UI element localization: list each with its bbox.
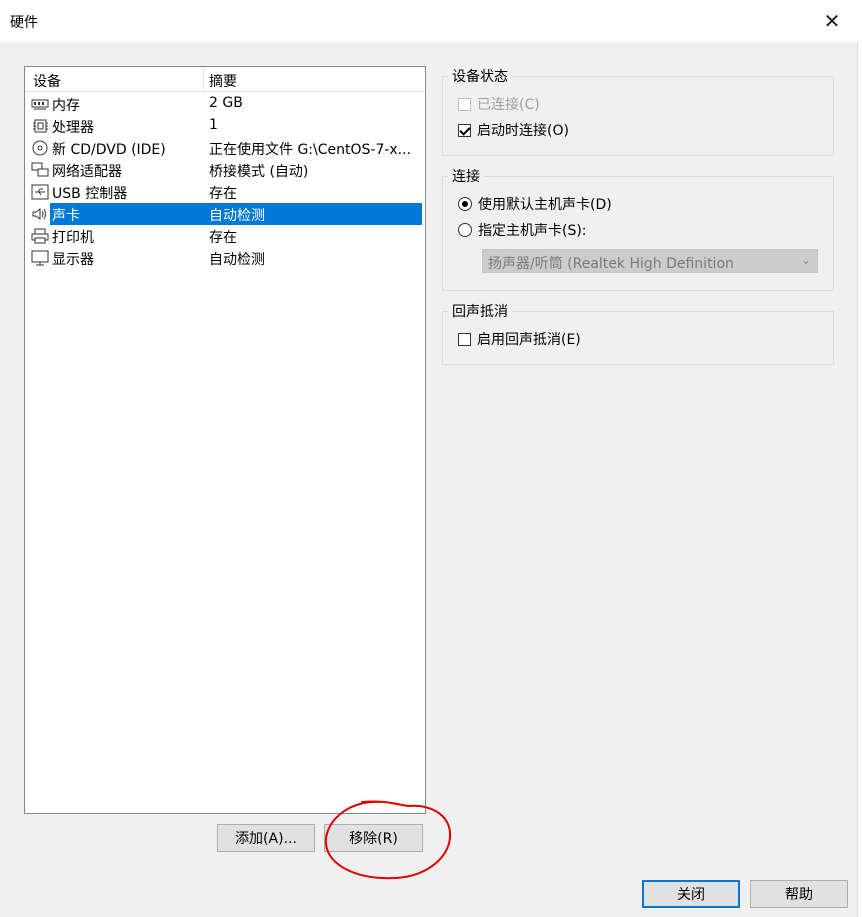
cd-dvd-icon — [32, 140, 48, 156]
host-sound-card-select[interactable]: 扬声器/听筒 (Realtek High Definition ⌄ — [482, 249, 818, 273]
device-summary: 正在使用文件 G:\CentOS-7-x... — [209, 142, 412, 158]
device-status-title: 设备状态 — [448, 66, 512, 86]
display-icon — [31, 250, 49, 266]
device-row-processor[interactable]: 处理器 1 — [25, 115, 423, 137]
usb-icon — [31, 184, 49, 200]
close-window-icon[interactable]: ✕ — [810, 6, 854, 36]
column-divider[interactable] — [203, 67, 204, 91]
device-column-header[interactable]: 设备 — [33, 71, 61, 91]
printer-icon — [31, 228, 49, 244]
use-default-radio[interactable] — [458, 197, 472, 211]
device-summary: 桥接模式 (自动) — [209, 164, 309, 180]
connected-checkbox-row: 已连接(C) — [458, 94, 540, 114]
device-name: 声卡 — [52, 208, 80, 224]
window-title: 硬件 — [10, 15, 38, 31]
device-summary: 自动检测 — [209, 208, 265, 224]
echo-cancellation-label[interactable]: 启用回声抵消(E) — [477, 329, 581, 349]
echo-cancellation-checkbox[interactable] — [458, 332, 471, 346]
device-name: 处理器 — [52, 120, 94, 136]
device-summary: 存在 — [209, 230, 237, 246]
device-summary: 1 — [209, 117, 218, 133]
echo-cancellation-title: 回声抵消 — [448, 301, 512, 321]
device-list-header: 设备 摘要 — [25, 67, 425, 92]
device-list[interactable]: 设备 摘要 内存 2 GB 处理器 1 新 CD/DVD (IDE) 正在使用文… — [24, 66, 426, 814]
device-name: 新 CD/DVD (IDE) — [52, 142, 166, 158]
specify-row: 指定主机声卡(S): — [458, 220, 587, 240]
device-status-group — [442, 76, 834, 156]
connect-at-power-on-row: 启动时连接(O) — [458, 120, 569, 140]
annotation-circle — [324, 800, 452, 880]
device-row-usb-controller[interactable]: USB 控制器 存在 — [25, 181, 423, 203]
window-edge — [857, 42, 862, 917]
device-row-printer[interactable]: 打印机 存在 — [25, 225, 423, 247]
connected-checkbox[interactable] — [458, 97, 471, 111]
echo-cancellation-row: 启用回声抵消(E) — [458, 329, 581, 349]
connect-at-power-on-checkbox[interactable] — [458, 123, 471, 137]
connection-title: 连接 — [448, 166, 484, 186]
device-row-display[interactable]: 显示器 自动检测 — [25, 247, 423, 269]
device-row-memory[interactable]: 内存 2 GB — [25, 93, 423, 115]
memory-icon — [31, 99, 49, 110]
use-default-row: 使用默认主机声卡(D) — [458, 194, 612, 214]
device-name: USB 控制器 — [52, 186, 128, 202]
host-sound-card-value: 扬声器/听筒 (Realtek High Definition — [488, 256, 734, 272]
processor-icon — [33, 119, 48, 133]
sound-card-icon — [32, 208, 46, 220]
device-row-network-adapter[interactable]: 网络适配器 桥接模式 (自动) — [25, 159, 423, 181]
device-row-cd-dvd[interactable]: 新 CD/DVD (IDE) 正在使用文件 G:\CentOS-7-x... — [25, 137, 423, 159]
network-adapter-icon — [31, 162, 49, 177]
connected-label: 已连接(C) — [477, 97, 540, 113]
device-name: 打印机 — [52, 230, 94, 246]
add-device-button[interactable]: 添加(A)... — [217, 824, 315, 852]
device-row-sound-card[interactable]: 声卡 自动检测 — [25, 203, 423, 225]
device-summary: 2 GB — [209, 95, 243, 111]
device-name: 显示器 — [52, 252, 94, 268]
specify-radio[interactable] — [458, 223, 472, 237]
device-name: 网络适配器 — [52, 164, 122, 180]
device-summary: 存在 — [209, 186, 237, 202]
device-summary: 自动检测 — [209, 252, 265, 268]
help-button[interactable]: 帮助 — [750, 880, 848, 908]
chevron-down-icon: ⌄ — [800, 253, 811, 267]
device-name: 内存 — [52, 98, 80, 114]
connect-at-power-on-label[interactable]: 启动时连接(O) — [477, 120, 569, 140]
close-button[interactable]: 关闭 — [642, 880, 740, 908]
use-default-label[interactable]: 使用默认主机声卡(D) — [478, 194, 612, 214]
specify-label[interactable]: 指定主机声卡(S): — [478, 220, 587, 240]
summary-column-header[interactable]: 摘要 — [209, 71, 237, 91]
title-bar: 硬件 ✕ — [0, 0, 862, 42]
